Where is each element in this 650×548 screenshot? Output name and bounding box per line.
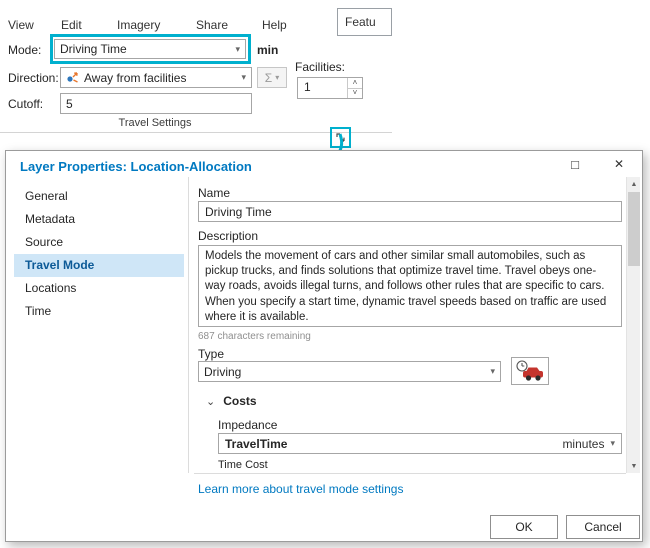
learn-more-link[interactable]: Learn more about travel mode settings — [198, 482, 403, 496]
name-input[interactable] — [198, 201, 622, 222]
impedance-value: TravelTime — [225, 437, 287, 451]
sidebar-item-metadata[interactable]: Metadata — [14, 208, 184, 231]
dialog-title: Layer Properties: Location-Allocation — [20, 159, 252, 174]
characters-remaining: 687 characters remaining — [198, 331, 311, 342]
facilities-label: Facilities: — [295, 60, 345, 74]
type-dropdown[interactable]: Driving ▾ — [198, 361, 501, 382]
costs-section-header[interactable]: ⌄ Costs — [206, 394, 257, 408]
mode-label: Mode: — [8, 43, 41, 57]
content-scrollbar[interactable]: ▲ ▼ — [626, 177, 640, 473]
chevron-down-icon: ⌄ — [206, 395, 215, 408]
description-textarea[interactable]: Models the movement of cars and other si… — [198, 245, 622, 327]
cutoff-label: Cutoff: — [8, 97, 43, 111]
facilities-stepper[interactable]: 1 ˄ ˅ — [297, 77, 363, 99]
chevron-down-icon: ▾ — [235, 45, 240, 54]
ribbon: View Edit Imagery Share Help Featu Mode:… — [0, 0, 400, 150]
sidebar-item-source[interactable]: Source — [14, 231, 184, 254]
impedance-dropdown[interactable]: TravelTime minutes ▾ — [218, 433, 622, 454]
impedance-label: Impedance — [218, 418, 277, 432]
type-label: Type — [198, 347, 224, 361]
direction-label: Direction: — [8, 71, 59, 85]
chevron-down-icon: ▾ — [610, 438, 615, 449]
ok-button[interactable]: OK — [490, 515, 558, 539]
cutoff-input[interactable] — [60, 93, 252, 114]
stepper-down-button[interactable]: ˅ — [348, 89, 362, 99]
sidebar-divider — [188, 177, 189, 473]
mode-unit: min — [257, 43, 278, 57]
costs-label: Costs — [223, 394, 256, 408]
chevron-down-icon: ▾ — [241, 73, 246, 82]
sidebar-item-locations[interactable]: Locations — [14, 277, 184, 300]
tab-feature-partial[interactable]: Featu — [337, 8, 392, 36]
sidebar-item-time[interactable]: Time — [14, 300, 184, 323]
close-icon: ✕ — [614, 157, 624, 171]
menu-item-edit[interactable]: Edit — [61, 15, 82, 35]
name-label: Name — [198, 186, 230, 200]
sidebar-item-travel-mode[interactable]: Travel Mode — [14, 254, 184, 277]
car-clock-icon — [516, 360, 544, 382]
stepper-buttons: ˄ ˅ — [347, 78, 362, 98]
scroll-down-icon[interactable]: ▼ — [627, 459, 641, 473]
mode-value: Driving Time — [60, 42, 127, 56]
menu-item-help[interactable]: Help — [262, 15, 287, 35]
layer-properties-dialog: Layer Properties: Location-Allocation □ … — [5, 150, 643, 542]
sigma-button[interactable]: Σ ▾ — [257, 67, 287, 88]
sigma-icon: Σ — [265, 71, 272, 85]
sidebar-item-general[interactable]: General — [14, 185, 184, 208]
direction-value: Away from facilities — [84, 71, 186, 85]
type-value: Driving — [204, 365, 241, 379]
chevron-down-icon: ▾ — [490, 367, 495, 376]
travel-settings-group-label: Travel Settings — [0, 117, 310, 129]
menu-item-share[interactable]: Share — [196, 15, 228, 35]
close-button[interactable]: ✕ — [602, 151, 636, 177]
impedance-unit: minutes — [562, 437, 604, 451]
dialog-launcher-button[interactable] — [333, 130, 348, 145]
travel-mode-icon-button[interactable] — [511, 357, 549, 385]
time-cost-label: Time Cost — [218, 459, 268, 471]
facilities-value: 1 — [298, 78, 347, 98]
stepper-up-button[interactable]: ˄ — [348, 78, 362, 89]
dialog-launcher-icon — [335, 132, 347, 144]
maximize-button[interactable]: □ — [558, 151, 592, 177]
away-from-facilities-icon — [66, 71, 79, 84]
cancel-button[interactable]: Cancel — [566, 515, 640, 539]
content-separator — [194, 473, 626, 474]
description-label: Description — [198, 229, 258, 243]
menu-item-view[interactable]: View — [8, 15, 34, 35]
mode-dropdown[interactable]: Driving Time ▾ — [54, 39, 246, 59]
menu-item-imagery[interactable]: Imagery — [117, 15, 160, 35]
direction-dropdown[interactable]: Away from facilities ▾ — [60, 67, 252, 88]
maximize-icon: □ — [571, 157, 579, 172]
scrollbar-thumb[interactable] — [628, 192, 640, 266]
chevron-down-icon: ▾ — [275, 73, 279, 82]
scroll-up-icon[interactable]: ▲ — [627, 177, 641, 191]
